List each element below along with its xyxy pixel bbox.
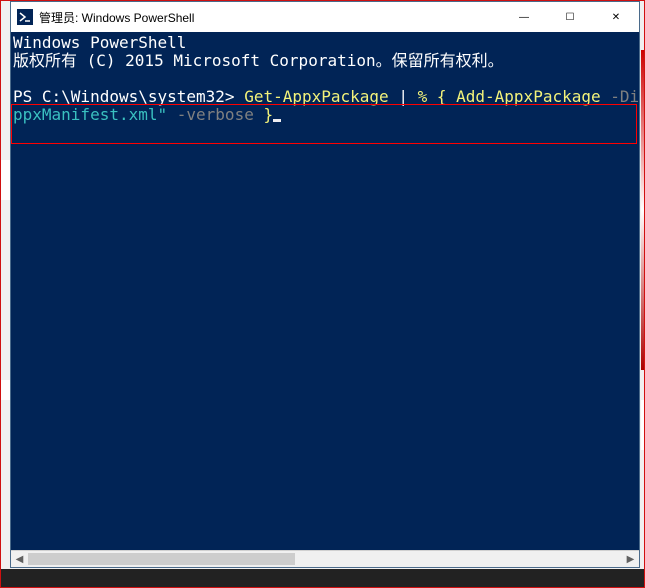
banner-line-1: Windows PowerShell [13,33,186,52]
minimize-icon: — [519,12,529,23]
window-controls: — ☐ ✕ [501,2,639,32]
titlebar[interactable]: 管理员: Windows PowerShell — ☐ ✕ [11,2,639,32]
cursor [273,119,281,122]
cmd-foreach-open: % { [418,87,457,106]
cmd-flag-disabledev: -DisableDevelo [610,87,639,106]
banner-line-2a: 版权所有 (C) 2015 Microsoft Corporation [13,51,376,70]
chevron-right-icon: ▶ [627,554,635,565]
scroll-left-button[interactable]: ◀ [11,551,28,567]
chevron-left-icon: ◀ [16,554,24,565]
cmd-get-appxpackage: Get-AppxPackage [244,87,389,106]
scroll-thumb[interactable] [28,553,295,565]
banner-line-2b: 。保留所有权利。 [376,51,504,70]
console-viewport: Windows PowerShell 版权所有 (C) 2015 Microso… [11,32,639,550]
cmd-add-appxpackage: Add-AppxPackage [456,87,610,106]
powershell-window: 管理员: Windows PowerShell — ☐ ✕ Windows Po… [10,1,640,568]
scroll-right-button[interactable]: ▶ [622,551,639,567]
cmd-pipe: | [389,87,418,106]
window-title: 管理员: Windows PowerShell [39,9,194,26]
cmd-manifest-path: ppxManifest.xml" [13,105,177,124]
powershell-icon [17,9,33,25]
client-area: Windows PowerShell 版权所有 (C) 2015 Microso… [11,32,639,567]
cmd-foreach-close: } [263,105,273,124]
maximize-button[interactable]: ☐ [547,2,593,32]
close-icon: ✕ [612,12,620,23]
maximize-icon: ☐ [566,12,575,23]
cmd-flag-verbose: -verbose [177,105,264,124]
minimize-button[interactable]: — [501,2,547,32]
prompt: PS C:\Windows\system32> [13,87,244,106]
scroll-track[interactable] [28,551,622,567]
close-button[interactable]: ✕ [593,2,639,32]
console-output[interactable]: Windows PowerShell 版权所有 (C) 2015 Microso… [11,32,639,550]
horizontal-scrollbar[interactable]: ◀ ▶ [11,550,639,567]
